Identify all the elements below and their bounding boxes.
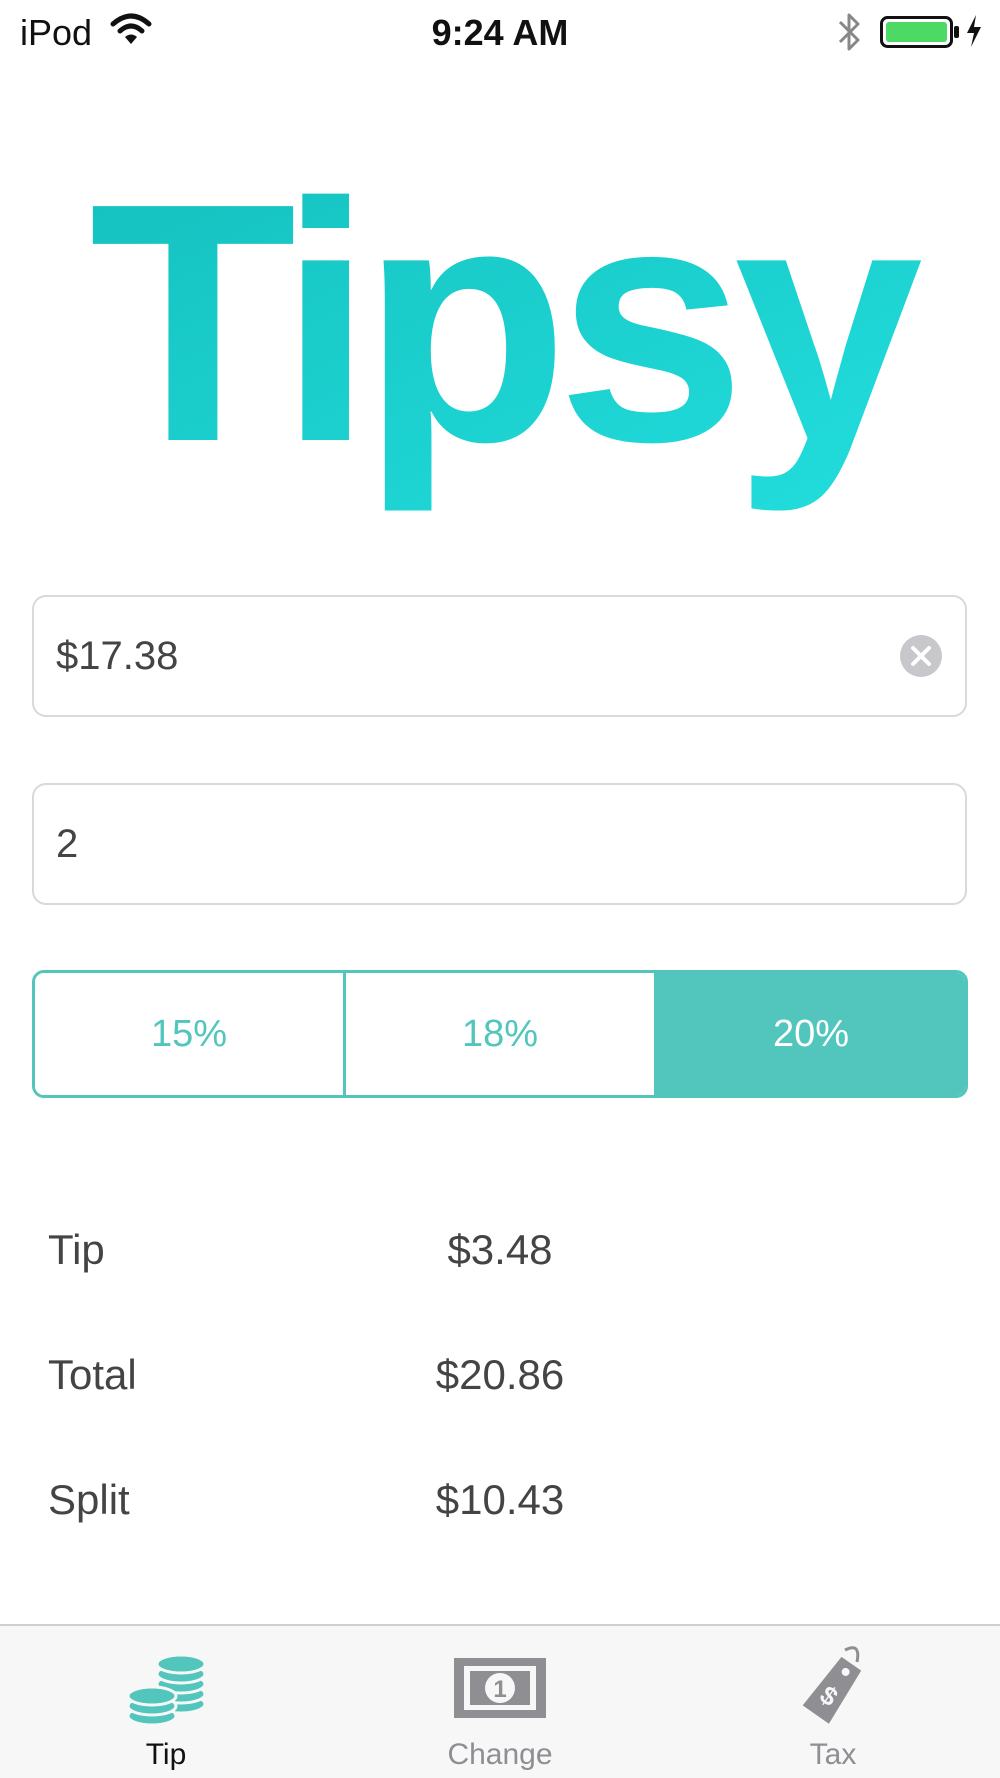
tab-tip[interactable]: Tip — [66, 1626, 266, 1778]
status-bar: iPod 9:24 AM — [0, 0, 1000, 64]
split-count-value[interactable]: 2 — [56, 785, 78, 903]
tip-option-label: 18% — [461, 1012, 539, 1055]
battery-icon — [880, 16, 960, 55]
clear-icon — [900, 635, 942, 677]
tip-option-label: 15% — [150, 1012, 228, 1055]
tab-label: Change — [447, 1738, 553, 1771]
clear-input-button[interactable] — [899, 634, 943, 678]
bill-amount-value[interactable]: $17.38 — [56, 597, 178, 715]
tip-percentage-selector: 15% 18% 20% — [32, 970, 968, 1098]
tab-label: Tax — [809, 1738, 857, 1771]
split-count-field[interactable]: 2 — [32, 783, 967, 905]
tab-tax[interactable]: $ Tax — [733, 1626, 933, 1778]
split-result-row: Split $10.43 — [0, 1476, 1000, 1536]
tip-option-15[interactable]: 15% — [35, 973, 343, 1095]
charging-bolt-icon — [965, 14, 983, 53]
total-result-row: Total $20.86 — [0, 1351, 1000, 1411]
tab-bar: Tip 1 Change $ Tax — [0, 1624, 1000, 1778]
tab-label: Tip — [145, 1738, 187, 1771]
price-tag-icon: $ — [733, 1640, 933, 1730]
tip-label: Tip — [48, 1226, 105, 1273]
app-logo: Tipsy — [0, 133, 1000, 520]
total-amount: $20.86 — [435, 1351, 565, 1398]
tip-option-label: 20% — [772, 1012, 850, 1055]
tip-option-20[interactable]: 20% — [654, 973, 965, 1095]
dollar-bill-icon: 1 — [400, 1640, 600, 1730]
tip-option-18[interactable]: 18% — [343, 973, 654, 1095]
split-amount: $10.43 — [435, 1476, 565, 1523]
total-label: Total — [48, 1351, 137, 1398]
svg-text:Tipsy: Tipsy — [89, 150, 925, 514]
tip-result-row: Tip $3.48 — [0, 1226, 1000, 1286]
bluetooth-icon — [834, 10, 864, 59]
tab-change[interactable]: 1 Change — [400, 1626, 600, 1778]
bill-amount-field[interactable]: $17.38 — [32, 595, 967, 717]
coins-icon — [66, 1640, 266, 1730]
split-label: Split — [48, 1476, 130, 1523]
tip-amount: $3.48 — [447, 1226, 553, 1273]
svg-text:1: 1 — [493, 1676, 506, 1703]
